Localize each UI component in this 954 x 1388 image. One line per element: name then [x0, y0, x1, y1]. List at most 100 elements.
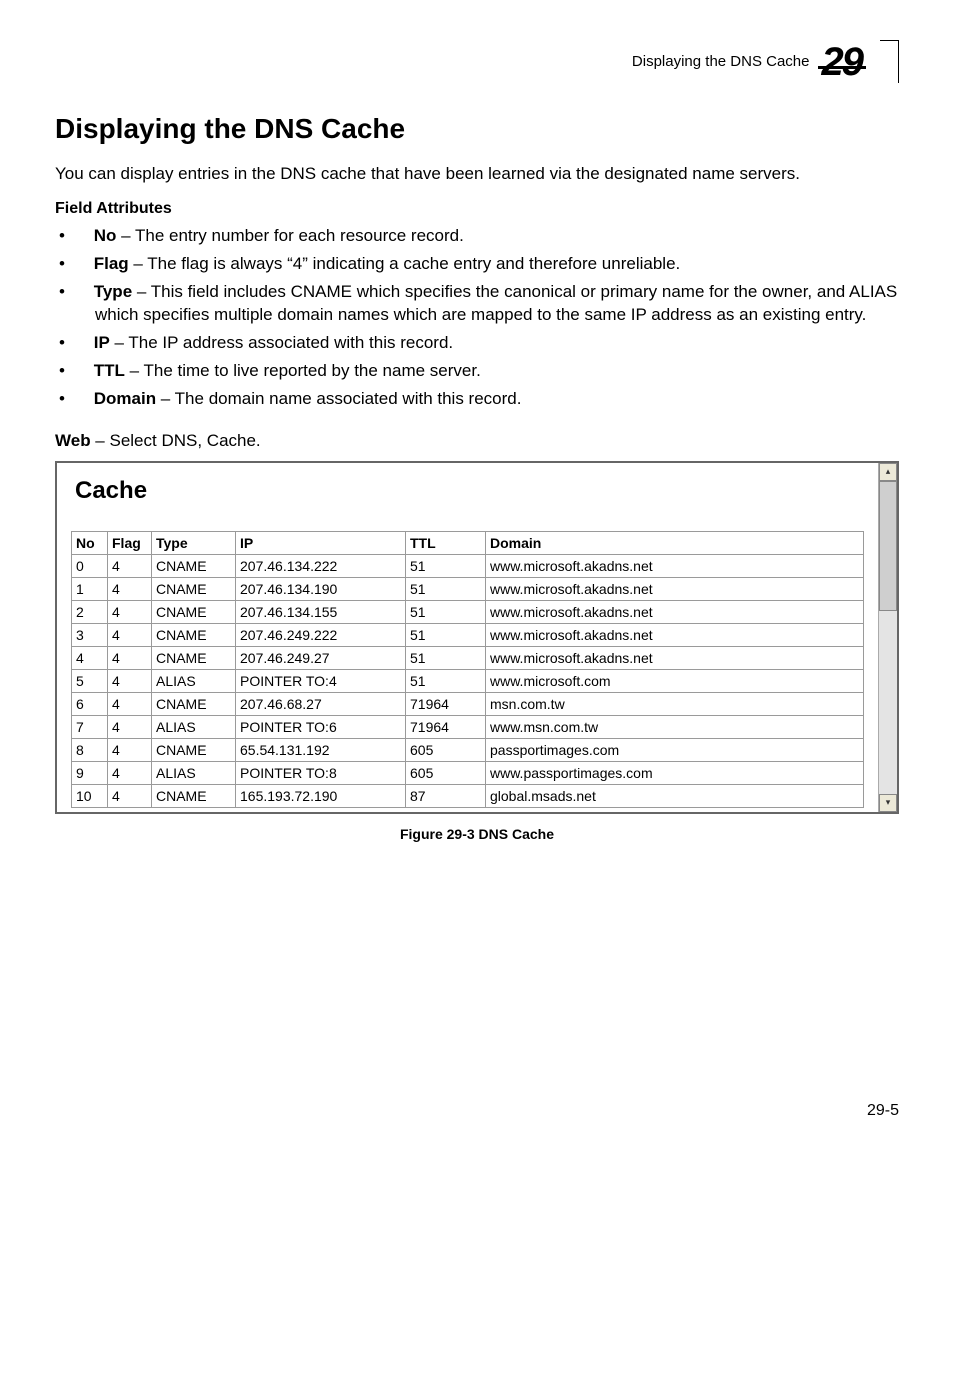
- col-flag: Flag: [108, 531, 152, 554]
- table-cell: www.passportimages.com: [486, 761, 864, 784]
- table-cell: 5: [72, 669, 108, 692]
- table-cell: 51: [406, 554, 486, 577]
- table-header-row: No Flag Type IP TTL Domain: [72, 531, 864, 554]
- attr-item: • TTL – The time to live reported by the…: [55, 359, 899, 383]
- table-cell: 4: [72, 646, 108, 669]
- table-cell: 71964: [406, 715, 486, 738]
- table-cell: POINTER TO:4: [236, 669, 406, 692]
- table-cell: www.msn.com.tw: [486, 715, 864, 738]
- table-cell: 605: [406, 738, 486, 761]
- scroll-thumb[interactable]: [879, 481, 897, 611]
- table-cell: CNAME: [152, 692, 236, 715]
- table-cell: 4: [108, 669, 152, 692]
- table-cell: 207.46.249.27: [236, 646, 406, 669]
- table-row: 74ALIASPOINTER TO:671964www.msn.com.tw: [72, 715, 864, 738]
- table-cell: www.microsoft.akadns.net: [486, 577, 864, 600]
- table-cell: global.msads.net: [486, 784, 864, 807]
- table-cell: ALIAS: [152, 669, 236, 692]
- table-row: 84CNAME65.54.131.192605passportimages.co…: [72, 738, 864, 761]
- table-cell: msn.com.tw: [486, 692, 864, 715]
- col-ip: IP: [236, 531, 406, 554]
- figure-caption: Figure 29-3 DNS Cache: [55, 826, 899, 842]
- table-cell: CNAME: [152, 577, 236, 600]
- page-title: Displaying the DNS Cache: [55, 113, 899, 145]
- table-cell: 165.193.72.190: [236, 784, 406, 807]
- table-cell: passportimages.com: [486, 738, 864, 761]
- table-cell: www.microsoft.com: [486, 669, 864, 692]
- table-cell: 51: [406, 669, 486, 692]
- table-cell: www.microsoft.akadns.net: [486, 554, 864, 577]
- attr-item: • Type – This field includes CNAME which…: [55, 280, 899, 328]
- scroll-track[interactable]: [879, 481, 897, 794]
- table-cell: 2: [72, 600, 108, 623]
- table-cell: 4: [108, 784, 152, 807]
- table-cell: 4: [108, 738, 152, 761]
- running-header: Displaying the DNS Cache 29: [55, 40, 899, 83]
- table-cell: 0: [72, 554, 108, 577]
- table-cell: www.microsoft.akadns.net: [486, 600, 864, 623]
- cache-table: No Flag Type IP TTL Domain 04CNAME207.46…: [71, 531, 864, 808]
- table-row: 54ALIASPOINTER TO:451www.microsoft.com: [72, 669, 864, 692]
- table-cell: 87: [406, 784, 486, 807]
- table-cell: 207.46.134.222: [236, 554, 406, 577]
- table-cell: CNAME: [152, 600, 236, 623]
- attr-item: • Flag – The flag is always “4” indicati…: [55, 252, 899, 276]
- table-cell: 7: [72, 715, 108, 738]
- table-cell: ALIAS: [152, 715, 236, 738]
- web-instruction: Web – Select DNS, Cache.: [55, 431, 899, 451]
- table-row: 64CNAME207.46.68.2771964msn.com.tw: [72, 692, 864, 715]
- table-cell: www.microsoft.akadns.net: [486, 623, 864, 646]
- table-cell: POINTER TO:6: [236, 715, 406, 738]
- table-cell: 51: [406, 577, 486, 600]
- col-no: No: [72, 531, 108, 554]
- table-cell: 207.46.134.190: [236, 577, 406, 600]
- field-attributes-list: • No – The entry number for each resourc…: [55, 224, 899, 411]
- scroll-up-button[interactable]: ▴: [879, 463, 897, 481]
- table-cell: 4: [108, 577, 152, 600]
- table-row: 34CNAME207.46.249.22251www.microsoft.aka…: [72, 623, 864, 646]
- table-cell: 9: [72, 761, 108, 784]
- table-cell: POINTER TO:8: [236, 761, 406, 784]
- corner-decoration: [880, 40, 899, 83]
- table-cell: 8: [72, 738, 108, 761]
- table-cell: 207.46.134.155: [236, 600, 406, 623]
- table-cell: 605: [406, 761, 486, 784]
- table-cell: 4: [108, 646, 152, 669]
- table-cell: CNAME: [152, 738, 236, 761]
- table-cell: 207.46.249.222: [236, 623, 406, 646]
- table-cell: 207.46.68.27: [236, 692, 406, 715]
- table-cell: 51: [406, 600, 486, 623]
- cache-panel-title: Cache: [75, 477, 864, 505]
- table-row: 14CNAME207.46.134.19051www.microsoft.aka…: [72, 577, 864, 600]
- table-cell: CNAME: [152, 646, 236, 669]
- table-cell: CNAME: [152, 554, 236, 577]
- field-attributes-heading: Field Attributes: [55, 200, 899, 218]
- attr-item: • No – The entry number for each resourc…: [55, 224, 899, 248]
- col-type: Type: [152, 531, 236, 554]
- table-cell: 4: [108, 600, 152, 623]
- scroll-down-button[interactable]: ▾: [879, 794, 897, 812]
- chapter-number: 29: [822, 42, 863, 82]
- table-cell: 6: [72, 692, 108, 715]
- table-cell: 65.54.131.192: [236, 738, 406, 761]
- table-cell: 1: [72, 577, 108, 600]
- col-ttl: TTL: [406, 531, 486, 554]
- table-cell: 4: [108, 715, 152, 738]
- table-cell: ALIAS: [152, 761, 236, 784]
- table-row: 104CNAME165.193.72.19087global.msads.net: [72, 784, 864, 807]
- page-number: 29-5: [55, 1102, 899, 1120]
- vertical-scrollbar[interactable]: ▴ ▾: [878, 463, 897, 812]
- table-cell: 3: [72, 623, 108, 646]
- table-cell: 51: [406, 646, 486, 669]
- table-cell: 4: [108, 554, 152, 577]
- table-cell: CNAME: [152, 784, 236, 807]
- table-cell: 51: [406, 623, 486, 646]
- table-row: 44CNAME207.46.249.2751www.microsoft.akad…: [72, 646, 864, 669]
- table-cell: CNAME: [152, 623, 236, 646]
- table-cell: www.microsoft.akadns.net: [486, 646, 864, 669]
- table-row: 24CNAME207.46.134.15551www.microsoft.aka…: [72, 600, 864, 623]
- attr-item: • Domain – The domain name associated wi…: [55, 387, 899, 411]
- table-row: 04CNAME207.46.134.22251www.microsoft.aka…: [72, 554, 864, 577]
- running-title: Displaying the DNS Cache: [632, 53, 810, 70]
- intro-paragraph: You can display entries in the DNS cache…: [55, 163, 899, 186]
